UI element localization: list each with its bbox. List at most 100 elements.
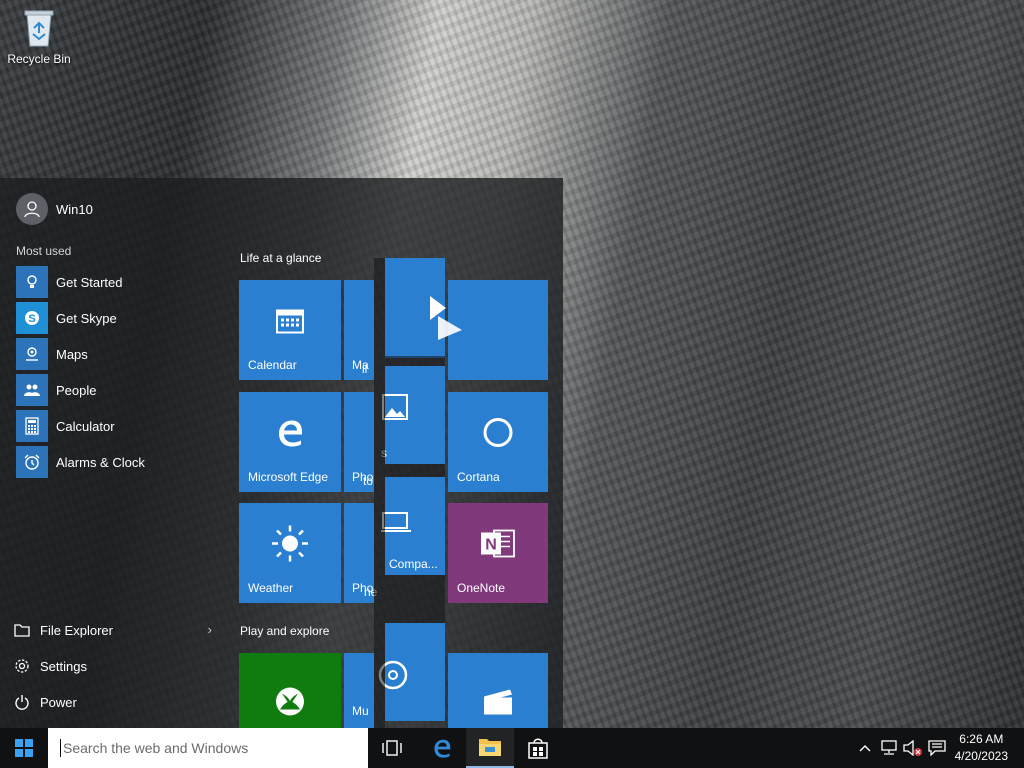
tile-label: Cortana xyxy=(457,470,500,484)
recycle-bin-desktop-icon[interactable]: Recycle Bin xyxy=(6,8,72,66)
tile-label: Microsoft Edge xyxy=(248,470,329,484)
taskbar: 6:26 AM 4/20/2023 xyxy=(0,728,1024,768)
alarm-clock-icon xyxy=(16,446,48,478)
show-hidden-icons-button[interactable] xyxy=(856,728,874,768)
search-box[interactable] xyxy=(48,728,368,768)
clock[interactable]: 6:26 AM 4/20/2023 xyxy=(955,731,1008,765)
edge-icon xyxy=(274,417,306,452)
power-label: Power xyxy=(40,694,77,710)
people-icon xyxy=(16,374,48,406)
action-center-button[interactable] xyxy=(926,728,948,768)
app-label: Get Skype xyxy=(56,310,117,326)
settings-item[interactable]: Settings xyxy=(12,648,212,684)
chevron-up-icon xyxy=(859,745,871,752)
app-label: Maps xyxy=(56,346,88,362)
tile-weather[interactable]: Weather xyxy=(239,503,341,603)
folder-icon xyxy=(12,620,32,640)
store-taskbar-button[interactable] xyxy=(514,728,562,768)
render-artifact xyxy=(374,258,385,728)
app-get-started[interactable]: Get Started xyxy=(16,264,226,300)
tile-groove-music[interactable] xyxy=(378,623,445,721)
phone-companion-icon xyxy=(381,511,411,540)
volume-muted-icon xyxy=(903,740,922,756)
group-play-and-explore: Play and explore xyxy=(240,624,330,638)
search-input[interactable] xyxy=(60,739,368,757)
svg-text:N: N xyxy=(485,537,497,554)
power-item[interactable]: Power xyxy=(12,684,212,720)
calculator-icon xyxy=(16,410,48,442)
tile-phone-companion[interactable]: Compa... xyxy=(381,477,445,575)
clock-time: 6:26 AM xyxy=(959,732,1004,746)
windows-logo-icon xyxy=(15,739,33,757)
user-account[interactable]: Win10 xyxy=(16,193,93,225)
notification-icon xyxy=(928,740,946,756)
edge-taskbar-button[interactable] xyxy=(418,728,466,768)
tile-label: Mu xyxy=(352,704,369,718)
tile-label: OneNote xyxy=(457,581,506,595)
tile-calendar[interactable]: Calendar xyxy=(239,280,341,380)
start-button[interactable] xyxy=(0,728,48,768)
app-maps[interactable]: Maps xyxy=(16,336,226,372)
group-life-at-a-glance: Life at a glance xyxy=(240,251,322,265)
app-calculator[interactable]: Calculator xyxy=(16,408,226,444)
app-alarms-clock[interactable]: Alarms & Clock xyxy=(16,444,226,480)
clock-date: 4/20/2023 xyxy=(954,749,1008,763)
sun-icon xyxy=(270,524,310,567)
recycle-bin-icon xyxy=(21,8,57,48)
tile-mail-left-fragment[interactable]: Ma xyxy=(344,280,374,380)
phone-companion-label: Compa... xyxy=(389,557,438,571)
film-clapper-icon xyxy=(482,688,514,719)
mail-label-fragment: il xyxy=(362,362,368,376)
app-label: Alarms & Clock xyxy=(56,454,145,470)
tile-movies-tv[interactable] xyxy=(448,653,548,728)
edge-icon xyxy=(434,739,451,758)
user-name: Win10 xyxy=(56,201,93,217)
most-used-list: Get Started S Get Skype Maps People Calc… xyxy=(16,264,226,480)
file-explorer-taskbar-button[interactable] xyxy=(466,728,514,768)
network-icon xyxy=(881,740,897,755)
app-get-skype[interactable]: S Get Skype xyxy=(16,300,226,336)
tile-label: Weather xyxy=(248,581,294,595)
start-bottom-items: File Explorer › Settings Power xyxy=(12,612,212,720)
file-explorer-item[interactable]: File Explorer › xyxy=(12,612,212,648)
gear-icon xyxy=(12,656,32,676)
settings-label: Settings xyxy=(40,658,87,674)
svg-text:S: S xyxy=(28,313,35,325)
tile-cortana[interactable]: Cortana xyxy=(448,392,548,492)
app-people[interactable]: People xyxy=(16,372,226,408)
task-view-icon xyxy=(382,740,402,756)
calendar-icon xyxy=(275,306,305,339)
xbox-icon xyxy=(274,686,306,721)
tile-onenote[interactable]: N OneNote xyxy=(448,503,548,603)
file-explorer-label: File Explorer xyxy=(40,622,113,638)
folder-icon xyxy=(479,739,501,756)
task-view-button[interactable] xyxy=(368,728,416,768)
render-artifact xyxy=(385,464,445,477)
store-icon xyxy=(528,738,548,759)
power-icon xyxy=(12,692,32,712)
photos-icon xyxy=(382,394,408,431)
tile-xbox[interactable] xyxy=(239,653,341,728)
cortana-icon xyxy=(482,417,514,452)
skype-icon: S xyxy=(16,302,48,334)
app-label: People xyxy=(56,382,97,398)
volume-tray-button[interactable] xyxy=(902,728,924,768)
chevron-right-icon[interactable]: › xyxy=(208,622,212,637)
tile-label: Calendar xyxy=(248,358,297,372)
user-avatar-icon xyxy=(16,193,48,225)
network-tray-button[interactable] xyxy=(878,728,900,768)
tile-photos[interactable]: s xyxy=(381,366,445,464)
onenote-icon: N xyxy=(480,527,516,564)
recycle-bin-label: Recycle Bin xyxy=(7,52,71,66)
most-used-heading: Most used xyxy=(16,244,72,258)
render-artifact xyxy=(385,575,445,623)
app-label: Calculator xyxy=(56,418,115,434)
tile-microsoft-edge[interactable]: Microsoft Edge xyxy=(239,392,341,492)
render-artifact xyxy=(385,356,445,366)
tile-music-left-fragment[interactable]: Mu xyxy=(344,653,374,728)
lightbulb-icon xyxy=(16,266,48,298)
app-label: Get Started xyxy=(56,274,123,290)
mail-icon xyxy=(428,294,464,347)
maps-icon xyxy=(16,338,48,370)
photos-label-fragment-2: to xyxy=(363,474,374,488)
